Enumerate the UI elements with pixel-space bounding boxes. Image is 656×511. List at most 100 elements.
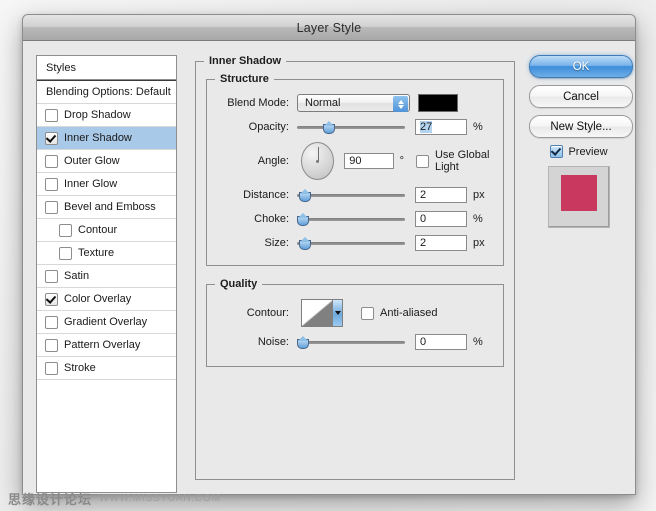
anti-aliased-checkbox[interactable]: Anti-aliased [361, 306, 438, 320]
noise-label: Noise: [257, 336, 289, 348]
layer-style-dialog: Layer Style Styles Blending Options: Def… [22, 14, 636, 495]
sidebar-item-label: Pattern Overlay [64, 338, 141, 351]
checkbox-icon[interactable] [45, 292, 58, 306]
distance-unit: px [473, 189, 485, 201]
styles-list-filler [37, 380, 176, 492]
dialog-titlebar[interactable]: Layer Style [23, 15, 635, 41]
distance-label: Distance: [243, 189, 289, 201]
opacity-label: Opacity: [248, 121, 289, 133]
ok-button[interactable]: OK [529, 55, 633, 78]
slider-thumb[interactable] [297, 336, 309, 349]
checkbox-icon[interactable] [45, 108, 58, 122]
style-preview-thumbnail [548, 166, 610, 228]
sidebar-item-drop-shadow[interactable]: Drop Shadow [37, 104, 176, 127]
sidebar-item-label: Bevel and Emboss [64, 200, 156, 213]
sidebar-item-outer-glow[interactable]: Outer Glow [37, 150, 176, 173]
watermark: 思缘设计论坛 WWW.MISSYUAN.COM [8, 489, 221, 508]
checkbox-icon[interactable] [45, 200, 58, 214]
checkbox-icon [361, 306, 374, 320]
dialog-body: Styles Blending Options: Default Drop Sh… [23, 41, 635, 494]
checkbox-icon[interactable] [45, 338, 58, 352]
size-input[interactable]: 2 [415, 235, 467, 251]
opacity-row: Opacity: 27 % [207, 115, 503, 139]
angle-needle [317, 147, 319, 161]
checkbox-icon[interactable] [45, 269, 58, 283]
angle-hub [316, 159, 320, 163]
quality-group-title: Quality [220, 278, 258, 290]
inner-shadow-group: Inner Shadow Structure Blend Mode: Norma… [195, 55, 515, 480]
sidebar-item-satin[interactable]: Satin [37, 265, 176, 288]
angle-input[interactable]: 90 [344, 153, 394, 169]
sidebar-item-label: Texture [78, 246, 115, 259]
sidebar-item-blending-options[interactable]: Blending Options: Default [37, 81, 176, 104]
checkbox-icon[interactable] [45, 131, 58, 145]
new-style-button[interactable]: New Style... [529, 115, 633, 138]
chevron-down-icon[interactable] [332, 300, 342, 326]
checkbox-icon [415, 154, 429, 168]
slider-track [297, 341, 405, 344]
slider-thumb[interactable] [299, 189, 311, 202]
sidebar-item-gradient-overlay[interactable]: Gradient Overlay [37, 311, 176, 334]
checkbox-icon[interactable] [45, 315, 58, 329]
styles-header-label: Styles [46, 61, 76, 74]
sidebar-item-label: Blending Options: Default [46, 85, 171, 98]
sidebar-item-texture[interactable]: Texture [37, 242, 176, 265]
use-global-light-checkbox[interactable]: Use Global Light [415, 149, 503, 173]
contour-curve-thumbnail [302, 300, 333, 326]
checkbox-icon[interactable] [59, 246, 72, 260]
sidebar-item-pattern-overlay[interactable]: Pattern Overlay [37, 334, 176, 357]
choke-unit: % [473, 213, 483, 225]
slider-thumb[interactable] [323, 121, 335, 134]
noise-input[interactable]: 0 [415, 334, 467, 350]
distance-input[interactable]: 2 [415, 187, 467, 203]
checkbox-icon[interactable] [45, 154, 58, 168]
distance-slider[interactable] [297, 188, 405, 202]
structure-group-title: Structure [220, 73, 269, 85]
sidebar-item-contour[interactable]: Contour [37, 219, 176, 242]
dialog-actions: OK Cancel New Style... Preview [529, 55, 633, 228]
effect-settings-panel: Inner Shadow Structure Blend Mode: Norma… [195, 55, 515, 480]
angle-value: 90 [349, 155, 362, 167]
angle-label: Angle: [257, 155, 289, 167]
cancel-button[interactable]: Cancel [529, 85, 633, 108]
angle-dial[interactable] [301, 142, 335, 180]
size-label: Size: [264, 237, 289, 249]
choke-input[interactable]: 0 [415, 211, 467, 227]
checkbox-icon[interactable] [45, 361, 58, 375]
shadow-color-swatch[interactable] [418, 94, 458, 112]
sidebar-item-bevel-and-emboss[interactable]: Bevel and Emboss [37, 196, 176, 219]
choke-slider[interactable] [297, 212, 405, 226]
contour-preset-picker[interactable] [301, 299, 343, 327]
noise-value: 0 [420, 336, 427, 348]
noise-unit: % [473, 336, 483, 348]
noise-slider[interactable] [297, 335, 405, 349]
effect-rows: Drop Shadow Inner Shadow Outer Glow Inner G… [37, 104, 176, 380]
size-slider[interactable] [297, 236, 405, 250]
checkbox-icon[interactable] [59, 223, 72, 237]
styles-sidebar: Styles Blending Options: Default Drop Sh… [36, 55, 177, 493]
preview-checkbox[interactable]: Preview [529, 145, 629, 158]
slider-thumb[interactable] [299, 237, 311, 250]
sidebar-item-label: Satin [64, 269, 90, 282]
checkbox-icon[interactable] [45, 177, 58, 191]
chevron-up-down-icon[interactable] [393, 96, 408, 112]
styles-header[interactable]: Styles [37, 56, 176, 80]
sidebar-item-label: Color Overlay [64, 292, 132, 305]
opacity-value: 27 [420, 121, 433, 133]
blend-mode-select[interactable]: Normal [297, 94, 410, 112]
opacity-input[interactable]: 27 [415, 119, 467, 135]
structure-group: Structure Blend Mode: Normal Opacity: 27… [206, 73, 504, 266]
sidebar-item-color-overlay[interactable]: Color Overlay [37, 288, 176, 311]
slider-thumb[interactable] [297, 213, 309, 226]
sidebar-item-inner-glow[interactable]: Inner Glow [37, 173, 176, 196]
blend-mode-value: Normal [305, 97, 341, 109]
anti-aliased-label: Anti-aliased [380, 307, 438, 319]
contour-label: Contour: [246, 307, 289, 319]
sidebar-item-label: Contour [78, 223, 118, 236]
distance-value: 2 [420, 189, 427, 201]
sidebar-item-inner-shadow[interactable]: Inner Shadow [37, 127, 176, 150]
opacity-slider[interactable] [297, 120, 405, 134]
sidebar-item-label: Inner Shadow [64, 131, 132, 144]
sidebar-item-stroke[interactable]: Stroke [37, 357, 176, 380]
slider-track [297, 218, 405, 221]
